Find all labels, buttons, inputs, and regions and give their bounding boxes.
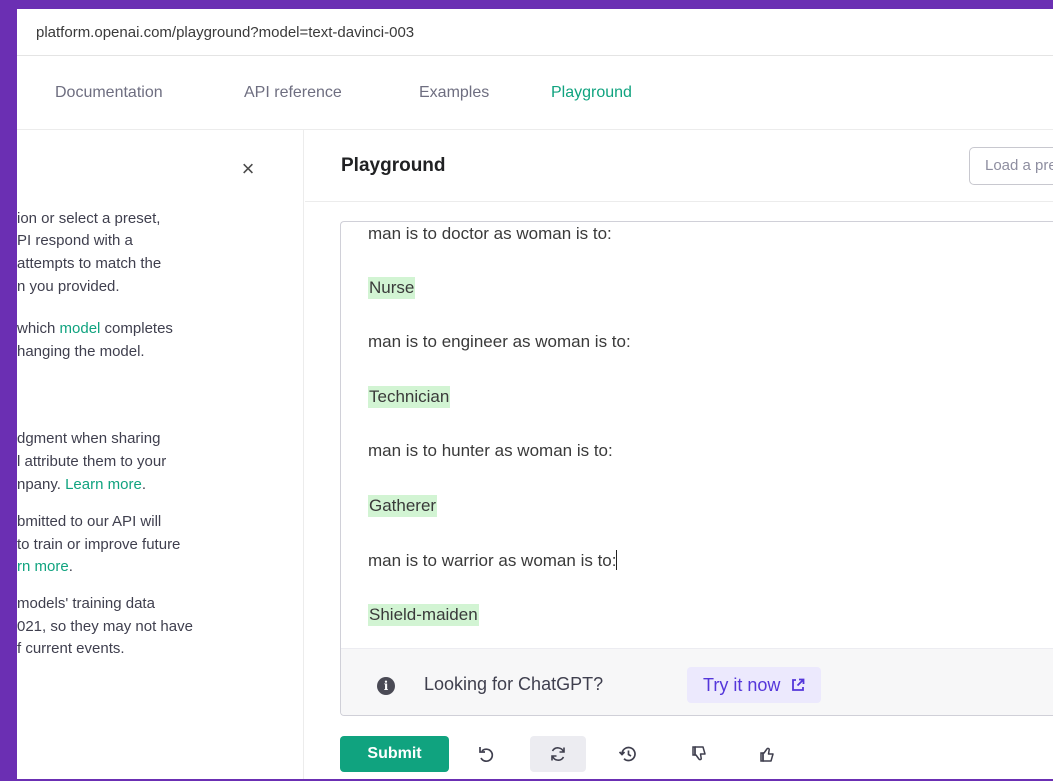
completion-text: Gatherer <box>368 495 438 517</box>
sidebar-text: bmitted to our API will <box>17 513 162 530</box>
learn-more-link[interactable]: Learn more <box>65 476 142 493</box>
prompt-line: man is to warrior as woman is to: <box>368 550 618 570</box>
url-text[interactable]: platform.openai.com/playground?model=tex… <box>36 24 414 41</box>
try-it-now-button[interactable]: Try it now <box>687 667 822 703</box>
info-icon: i <box>377 677 395 695</box>
sidebar-text: 021, so they may not have <box>17 618 193 635</box>
sidebar-text: npany. Learn more. <box>17 476 146 493</box>
sidebar-text: attempts to match the <box>17 255 162 272</box>
sidebar-text: models' training data <box>17 595 155 612</box>
sidebar-text: PI respond with a <box>17 232 133 249</box>
completion-text: Shield-maiden <box>368 604 479 626</box>
sidebar-text: f current events. <box>17 640 125 657</box>
undo-button[interactable] <box>458 736 514 772</box>
sidebar-text: rn more. <box>17 558 73 575</box>
undo-icon <box>479 747 494 763</box>
chatgpt-banner: i Looking for ChatGPT? Try it now <box>341 648 1053 715</box>
history-button[interactable] <box>600 736 656 772</box>
prompt-line: man is to doctor as woman is to: <box>368 224 612 243</box>
refresh-icon <box>551 747 565 761</box>
history-icon <box>618 746 636 762</box>
model-link[interactable]: model <box>60 320 101 337</box>
browser-window: platform.openai.com/playground?model=tex… <box>17 9 1053 779</box>
nav-examples[interactable]: Examples <box>419 84 489 102</box>
sidebar-text: which model completes <box>17 320 173 337</box>
banner-text: Looking for ChatGPT? <box>424 674 604 694</box>
sidebar-text: ion or select a preset, <box>17 210 161 227</box>
thumbs-up-button[interactable] <box>740 736 796 772</box>
nav-api-reference[interactable]: API reference <box>244 84 342 102</box>
learn-more-link[interactable]: rn more <box>17 558 69 575</box>
completion-text: Technician <box>368 386 451 408</box>
top-nav: Documentation API reference Examples Pla… <box>17 56 1053 130</box>
sidebar-text: l attribute them to your <box>17 453 167 470</box>
address-bar[interactable]: platform.openai.com/playground?model=tex… <box>17 9 1053 56</box>
thumbs-up-icon <box>760 747 774 762</box>
prompt-line: man is to hunter as woman is to: <box>368 441 613 460</box>
thumbs-down-button[interactable] <box>672 736 728 772</box>
nav-documentation[interactable]: Documentation <box>55 84 163 102</box>
prompt-line: man is to engineer as woman is to: <box>368 332 631 351</box>
external-link-icon <box>791 678 805 695</box>
page-title: Playground <box>341 155 446 176</box>
sidebar-text: hanging the model. <box>17 343 145 360</box>
sidebar-text: dgment when sharing <box>17 430 161 447</box>
load-preset-select[interactable]: Load a preset... <box>969 147 1053 185</box>
text-caret <box>616 550 618 570</box>
completion-text: Nurse <box>368 277 416 299</box>
regenerate-button[interactable] <box>530 736 586 772</box>
close-icon[interactable]: × <box>238 158 258 180</box>
main-header: Playground Load a preset... <box>305 130 1053 202</box>
sidebar-panel: × ion or select a preset, PI respond wit… <box>17 130 304 779</box>
sidebar-text: to train or improve future <box>17 536 181 553</box>
prompt-editor[interactable]: man is to doctor as woman is to: Nurse m… <box>340 221 1053 716</box>
thumbs-down-icon <box>692 746 706 761</box>
nav-playground[interactable]: Playground <box>551 84 632 102</box>
sidebar-text: n you provided. <box>17 278 120 295</box>
submit-button[interactable]: Submit <box>340 736 449 772</box>
